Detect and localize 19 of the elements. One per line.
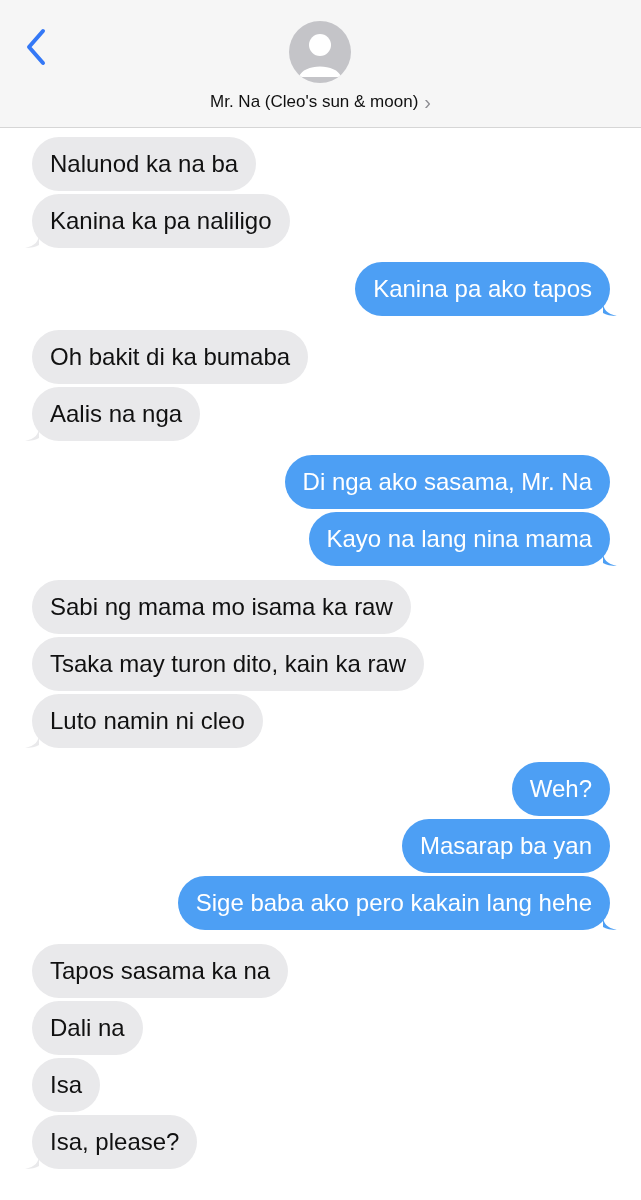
message-bubble: Kanina ka pa naliligo <box>32 194 290 248</box>
message-bubble: Kayo na lang nina mama <box>308 512 610 566</box>
contact-name[interactable]: Mr. Na (Cleo's sun & moon) <box>210 89 419 115</box>
message-bubble: Tsaka may turon dito, kain ka raw <box>32 637 425 691</box>
message-bubble: Dali na <box>32 1001 143 1055</box>
message-bubble: Isa <box>32 1058 100 1112</box>
message-bubble: Tapos sasama ka na <box>32 944 289 998</box>
message-bubble: Aalis na nga <box>32 387 201 441</box>
message-bubble: Sige baba ako pero kakain lang hehe <box>177 876 610 930</box>
message-bubble: Masarap ba yan <box>401 819 610 873</box>
message-bubble: Luto namin ni cleo <box>32 694 263 748</box>
message-bubble: Nalunod ka na ba <box>32 137 257 191</box>
message-bubble: Sabi ng mama mo isama ka raw <box>32 580 411 634</box>
message-bubble: Di nga ako sasama, Mr. Na <box>284 455 610 509</box>
message-bubble: Oh bakit di ka bumaba <box>32 330 309 384</box>
message-bubble: Kanina pa ako tapos <box>355 262 610 316</box>
message-bubble: Isa, please? <box>32 1115 198 1169</box>
back-icon[interactable] <box>24 28 48 66</box>
message-bubble: Weh? <box>511 762 610 816</box>
